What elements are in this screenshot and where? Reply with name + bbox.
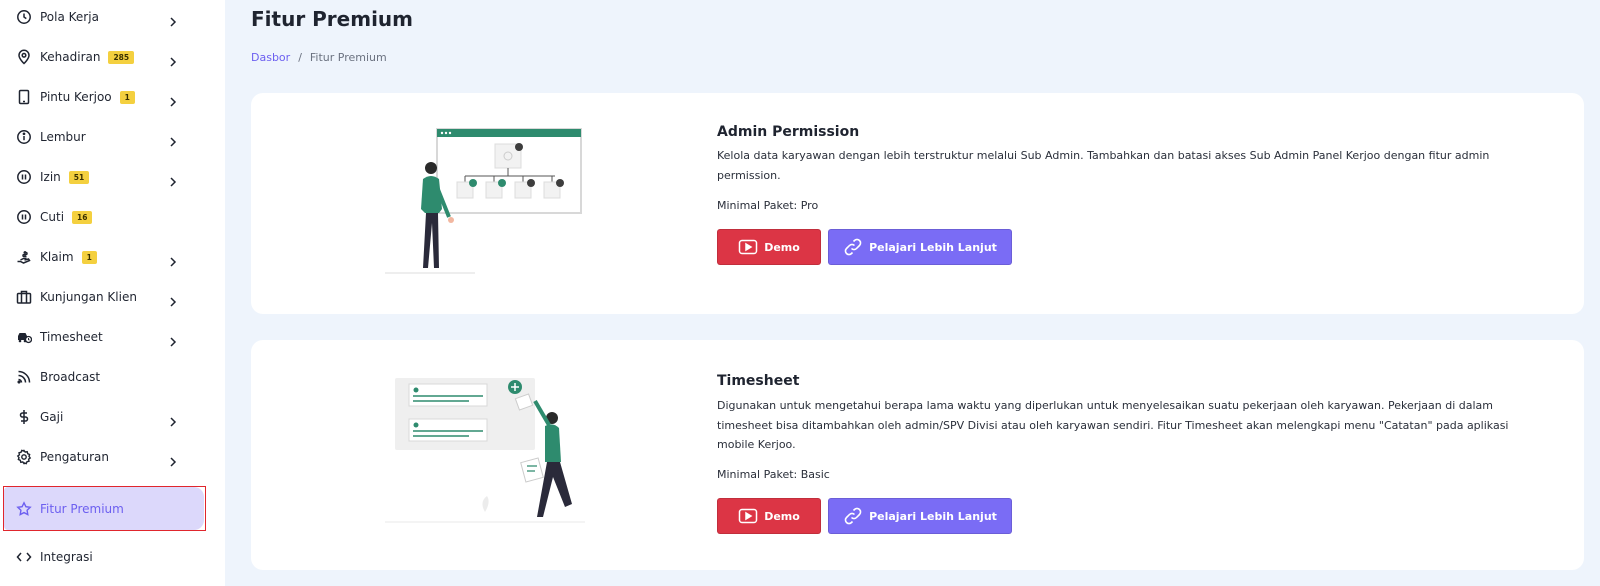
star-icon <box>16 500 32 517</box>
tablet-icon <box>16 89 32 105</box>
car-clock-icon <box>16 329 32 345</box>
pause-circle-icon <box>16 169 32 185</box>
sidebar-item-label: Broadcast <box>40 370 101 384</box>
chevron-right-icon <box>168 292 178 307</box>
code-icon <box>16 549 32 565</box>
clock-icon <box>16 9 32 25</box>
sidebar-item-label: Pengaturan <box>40 450 109 464</box>
sidebar-item-kunjungan-klien[interactable]: Kunjungan Klien <box>0 277 225 317</box>
feature-description: Kelola data karyawan dengan lebih terstr… <box>717 149 1490 182</box>
sidebar-item-label: Gaji <box>40 410 64 424</box>
demo-button[interactable]: Demo <box>717 229 821 265</box>
chevron-right-icon <box>168 12 178 27</box>
sidebar-item-integrasi[interactable]: Integrasi <box>0 537 225 577</box>
learn-more-button-label: Pelajari Lebih Lanjut <box>869 240 997 254</box>
sidebar-item-label: Kehadiran <box>40 50 101 64</box>
chevron-right-icon <box>168 332 178 347</box>
demo-button[interactable]: Demo <box>717 498 821 534</box>
location-pin-icon <box>16 49 32 65</box>
briefcase-icon <box>16 289 32 305</box>
sidebar-item-pola-kerja[interactable]: Pola Kerja <box>0 0 225 37</box>
sidebar-item-label: Klaim <box>40 250 74 264</box>
sidebar-item-fitur-premium[interactable]: Fitur Premium <box>0 486 225 531</box>
sidebar-item-label: Izin <box>40 170 61 184</box>
sidebar-item-gaji[interactable]: Gaji <box>0 397 225 437</box>
sidebar-item-label: Cuti <box>40 210 65 224</box>
count-badge: 285 <box>108 50 135 64</box>
feature-title: Timesheet <box>717 373 800 389</box>
count-badge: 1 <box>81 250 97 264</box>
link-icon <box>844 507 862 525</box>
page-title: Fitur Premium <box>251 7 414 31</box>
admin-permission-illustration <box>385 128 582 274</box>
breadcrumb-current: Fitur Premium <box>309 51 387 64</box>
feature-card-timesheet: Timesheet Digunakan untuk mengetahui ber… <box>251 340 1584 570</box>
sidebar-item-label: Integrasi <box>40 550 93 564</box>
sidebar-item-label: Timesheet <box>40 330 103 344</box>
play-video-icon <box>738 239 758 255</box>
sidebar-item-label: Lembur <box>40 130 86 144</box>
sidebar-item-lembur[interactable]: Lembur <box>0 117 225 157</box>
sidebar-item-label: Fitur Premium <box>40 501 124 516</box>
chevron-right-icon <box>168 452 178 467</box>
demo-button-label: Demo <box>764 240 800 254</box>
feature-min-package: Minimal Paket: Pro <box>717 199 819 212</box>
pause-circle-icon <box>16 209 32 225</box>
feature-description: Digunakan untuk mengetahui berapa lama w… <box>717 399 1509 451</box>
dollar-icon <box>16 409 32 425</box>
breadcrumb: Dasbor / Fitur Premium <box>251 51 387 64</box>
main-content: Fitur Premium Dasbor / Fitur Premium Adm… <box>225 0 1600 586</box>
demo-button-label: Demo <box>764 509 800 523</box>
feature-min-package: Minimal Paket: Basic <box>717 468 830 481</box>
count-badge: 1 <box>119 90 135 104</box>
breadcrumb-home-link[interactable]: Dasbor <box>251 51 290 64</box>
sidebar-item-timesheet[interactable]: Timesheet <box>0 317 225 357</box>
play-video-icon <box>738 508 758 524</box>
count-badge: 16 <box>72 210 93 224</box>
sidebar-item-label: Pintu Kerjoo <box>40 90 112 104</box>
sidebar-item-cuti[interactable]: Cuti 16 <box>0 197 225 237</box>
gear-icon <box>16 449 32 465</box>
hand-money-icon <box>16 249 32 265</box>
sidebar-item-label: Kunjungan Klien <box>40 290 137 304</box>
learn-more-button[interactable]: Pelajari Lebih Lanjut <box>828 229 1012 265</box>
chevron-right-icon <box>168 52 178 67</box>
sidebar: Pola Kerja Kehadiran 285 Pintu Kerjoo 1 Le… <box>0 0 225 586</box>
sidebar-item-pengaturan[interactable]: Pengaturan <box>0 437 225 477</box>
link-icon <box>844 238 862 256</box>
learn-more-button-label: Pelajari Lebih Lanjut <box>869 509 997 523</box>
chevron-right-icon <box>168 252 178 267</box>
rss-icon <box>16 369 32 385</box>
chevron-right-icon <box>168 92 178 107</box>
chevron-right-icon <box>168 412 178 427</box>
breadcrumb-separator: / <box>298 51 302 64</box>
timesheet-illustration <box>385 378 585 523</box>
chevron-right-icon <box>168 132 178 147</box>
feature-card-admin-permission: Admin Permission Kelola data karyawan de… <box>251 93 1584 314</box>
chevron-right-icon <box>168 172 178 187</box>
sidebar-item-kehadiran[interactable]: Kehadiran 285 <box>0 37 225 77</box>
count-badge: 51 <box>68 170 90 184</box>
sidebar-item-label: Pola Kerja <box>40 10 99 24</box>
sidebar-item-izin[interactable]: Izin 51 <box>0 157 225 197</box>
sidebar-item-klaim[interactable]: Klaim 1 <box>0 237 225 277</box>
info-circle-icon <box>16 129 32 145</box>
feature-title: Admin Permission <box>717 124 860 140</box>
sidebar-item-pintu-kerjoo[interactable]: Pintu Kerjoo 1 <box>0 77 225 117</box>
learn-more-button[interactable]: Pelajari Lebih Lanjut <box>828 498 1012 534</box>
sidebar-item-broadcast[interactable]: Broadcast <box>0 357 225 397</box>
